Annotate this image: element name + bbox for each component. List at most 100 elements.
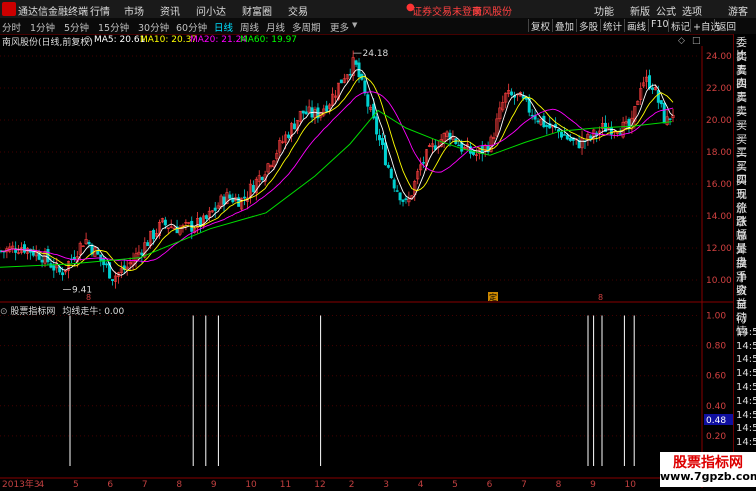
candle-body bbox=[251, 185, 255, 193]
y-tick-label: 12.00 bbox=[706, 244, 732, 254]
menu-wealth[interactable]: 财富圈 bbox=[242, 3, 272, 18]
candle-body bbox=[659, 100, 663, 105]
app-logo-icon bbox=[2, 2, 16, 16]
draw-line-button[interactable]: 画线 bbox=[624, 19, 648, 33]
tab-30min[interactable]: 30分钟 bbox=[138, 20, 169, 34]
candle-body bbox=[404, 198, 408, 200]
candle-body bbox=[301, 110, 305, 114]
menu-function[interactable]: 功能 bbox=[594, 3, 614, 18]
sub-y-tick-label: 0.40 bbox=[706, 402, 726, 412]
tab-daily[interactable]: 日线 bbox=[214, 20, 233, 34]
candle-body bbox=[383, 142, 387, 166]
quote-side-panel: 委比 卖五 卖四 卖三 卖二 卖一 买一 买二 买三 买四 买五 现价 涨跌 涨幅 总量 外盘 换手 净资 收益 自动… bbox=[733, 34, 756, 490]
candle-body bbox=[260, 177, 264, 181]
menu-market[interactable]: 市场 bbox=[124, 3, 144, 18]
candle-body bbox=[366, 94, 370, 107]
tab-multi-period[interactable]: 多周期 bbox=[292, 20, 321, 34]
sub-indicator-formula: 均线走牛: 0.00 bbox=[62, 307, 125, 317]
candle-body bbox=[87, 241, 91, 245]
y-tick-label: 22.00 bbox=[706, 84, 732, 94]
candle-body bbox=[650, 87, 654, 90]
indicator-spikes bbox=[69, 315, 635, 466]
candle-body bbox=[40, 259, 44, 263]
menu-guest[interactable]: 游客 bbox=[728, 3, 748, 18]
candle-body bbox=[530, 114, 534, 117]
candle-body bbox=[22, 244, 26, 253]
candle-body bbox=[140, 252, 144, 256]
menu-trade[interactable]: 交易 bbox=[288, 3, 308, 18]
tab-1min[interactable]: 1分钟 bbox=[30, 20, 55, 34]
marker-left: 8 bbox=[86, 293, 91, 302]
period-toolbar: 分时 1分钟 5分钟 15分钟 30分钟 60分钟 日线 周线 月线 多周期 更… bbox=[0, 18, 756, 35]
menu-new-version[interactable]: 新版 bbox=[630, 3, 650, 18]
menu-ask[interactable]: 问小达 bbox=[196, 3, 226, 18]
candle-body bbox=[46, 249, 50, 263]
collapse-icon[interactable]: ◇ bbox=[678, 36, 685, 46]
back-button[interactable]: 返回 bbox=[714, 19, 738, 33]
statistics-button[interactable]: 统计 bbox=[600, 19, 624, 33]
candle-body bbox=[325, 105, 329, 112]
tab-more[interactable]: 更多 bbox=[330, 20, 349, 34]
candle-body bbox=[222, 196, 226, 205]
sub-y-tick-label: 1.00 bbox=[706, 312, 726, 322]
candle-body bbox=[304, 111, 308, 115]
main-chart-grid bbox=[0, 46, 703, 488]
candle-body bbox=[146, 242, 150, 247]
multi-stock-button[interactable]: 多股 bbox=[576, 19, 600, 33]
candle-body bbox=[559, 132, 563, 138]
ma60-value: MA60: 19.97 bbox=[240, 35, 298, 45]
ma5-value: MA5: 20.61 bbox=[94, 35, 146, 45]
settings-icon[interactable]: ⊙ bbox=[84, 35, 92, 45]
menu-market-quotes[interactable]: 行情 bbox=[90, 3, 110, 18]
menu-options[interactable]: 选项 bbox=[682, 3, 702, 18]
candle-body bbox=[354, 60, 358, 65]
menu-formula[interactable]: 公式 bbox=[656, 3, 676, 18]
more-chevron-icon[interactable]: ▼ bbox=[352, 21, 357, 29]
ma20-line bbox=[1, 91, 674, 263]
y-tick-label: 20.00 bbox=[706, 116, 732, 126]
candle-body bbox=[287, 134, 291, 138]
candle-body bbox=[378, 135, 382, 141]
candle-body bbox=[562, 134, 566, 136]
adjust-button[interactable]: 复权 bbox=[528, 19, 552, 33]
ma10-value: MA10: 20.37 bbox=[140, 35, 198, 45]
tab-60min[interactable]: 60分钟 bbox=[176, 20, 207, 34]
y-tick-label: 14.00 bbox=[706, 212, 732, 222]
tab-monthly[interactable]: 月线 bbox=[266, 20, 285, 34]
tab-5min[interactable]: 5分钟 bbox=[64, 20, 89, 34]
overlay-button[interactable]: 叠加 bbox=[552, 19, 576, 33]
candle-body bbox=[568, 137, 572, 141]
side-panel-item: 14:5 bbox=[736, 354, 756, 366]
candle-body bbox=[213, 207, 217, 211]
watermark: 股票指标网 www.7gpzb.com bbox=[660, 452, 756, 487]
sub-settings-icon[interactable]: ⊙ bbox=[0, 307, 8, 317]
y-tick-label: 10.00 bbox=[706, 276, 732, 286]
sub-chart-grid bbox=[0, 315, 700, 437]
marker-right: 8 bbox=[598, 293, 603, 302]
main-y-axis: 24.00 22.00 20.00 18.00 16.00 14.00 12.00 10.00 bbox=[706, 52, 732, 286]
sub-y-tick-label: 0.20 bbox=[706, 432, 726, 442]
sub-indicator-title: 股票指标网 bbox=[10, 307, 56, 317]
candle-body bbox=[392, 179, 396, 189]
menu-news[interactable]: 资讯 bbox=[160, 3, 180, 18]
ma60-line bbox=[0, 109, 673, 268]
candle-body bbox=[111, 279, 115, 281]
mark-button[interactable]: 标记 bbox=[668, 19, 692, 33]
side-panel-item: 14:5 bbox=[736, 326, 756, 338]
tab-weekly[interactable]: 周线 bbox=[240, 20, 259, 34]
tab-15min[interactable]: 15分钟 bbox=[98, 20, 129, 34]
window-icon[interactable]: □ bbox=[692, 36, 701, 46]
app-title: 通达信金融终端 bbox=[18, 7, 88, 18]
tab-intraday[interactable]: 分时 bbox=[2, 20, 21, 34]
candle-body bbox=[401, 199, 405, 202]
candle-body bbox=[52, 265, 56, 271]
candle-body bbox=[398, 192, 402, 201]
chart-canvas[interactable]: 24.00 22.00 20.00 18.00 16.00 14.00 12.00 10.00… bbox=[0, 46, 733, 488]
candle-body bbox=[204, 215, 208, 219]
candle-body bbox=[386, 164, 390, 168]
y-tick-label: 24.00 bbox=[706, 52, 732, 62]
candle-body bbox=[395, 190, 399, 192]
candle-body bbox=[422, 162, 426, 164]
candle-body bbox=[668, 118, 672, 120]
candle-body bbox=[545, 125, 549, 127]
